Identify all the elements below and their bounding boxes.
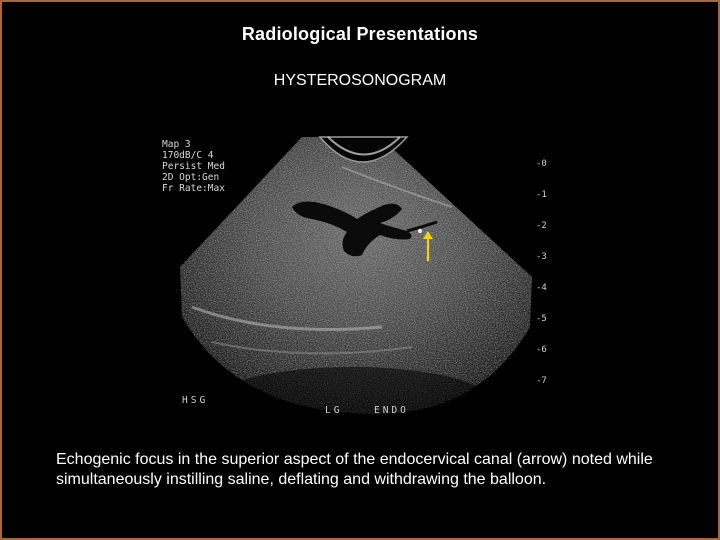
depth-tick-6: -6 <box>536 345 547 355</box>
slide-title: Radiological Presentations <box>241 24 479 44</box>
depth-tick-4: -4 <box>536 283 547 293</box>
echogenic-focus <box>417 228 423 234</box>
slide-subtitle: HYSTEROSONOGRAM <box>273 72 447 89</box>
scan-parameters: Map 3 170dB/C 4 Persist Med 2D Opt:Gen F… <box>162 139 225 194</box>
label-lg: LG <box>325 405 343 416</box>
param-line: Map 3 <box>162 139 191 150</box>
slide: Radiological Presentations HYSTEROSONOGR… <box>0 0 720 540</box>
label-hsg: HSG <box>182 395 209 406</box>
depth-tick-3: -3 <box>536 252 547 262</box>
depth-tick-7: -7 <box>536 376 547 386</box>
depth-tick-2: -2 <box>536 221 547 231</box>
param-line: Fr Rate:Max <box>162 183 225 194</box>
depth-tick-1: -1 <box>536 190 547 200</box>
slide-caption: Echogenic focus in the superior aspect o… <box>56 451 653 488</box>
label-endo: ENDO <box>374 405 409 416</box>
depth-tick-5: -5 <box>536 314 547 324</box>
ultrasound-image: Map 3 170dB/C 4 Persist Med 2D Opt:Gen F… <box>152 127 552 427</box>
param-line: Persist Med <box>162 161 225 172</box>
param-line: 2D Opt:Gen <box>162 172 220 183</box>
param-line: 170dB/C 4 <box>162 150 214 161</box>
depth-tick-0: -0 <box>536 159 547 169</box>
